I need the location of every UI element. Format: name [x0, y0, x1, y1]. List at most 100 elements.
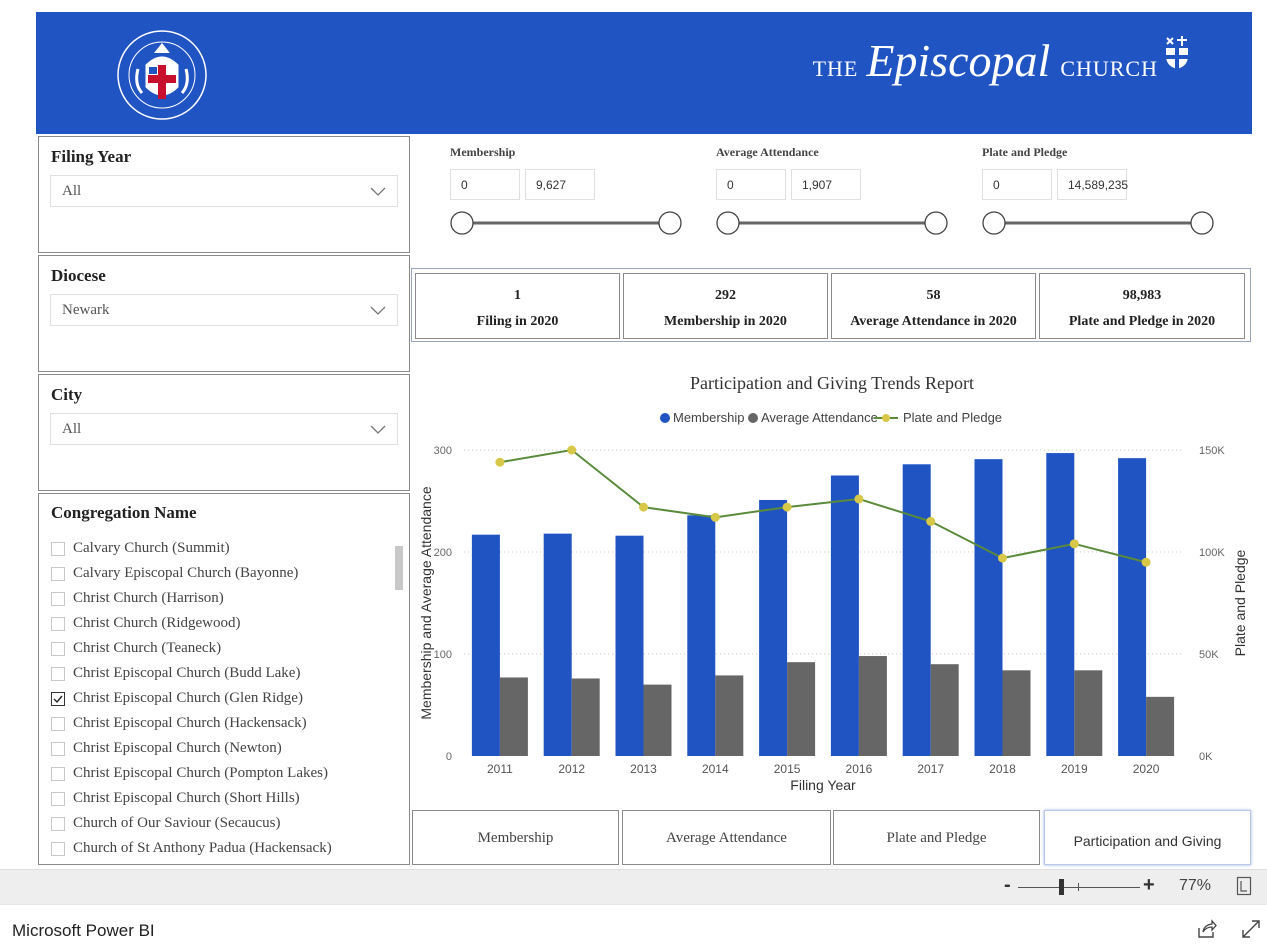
app-title: Microsoft Power BI	[12, 921, 155, 940]
congregation-label: Christ Episcopal Church (Short Hills)	[73, 790, 300, 806]
checkbox[interactable]	[51, 666, 65, 681]
checkbox[interactable]	[51, 766, 65, 781]
kpi-row: 1 Filing in 2020 292 Membership in 2020 …	[411, 268, 1251, 342]
checkbox[interactable]	[51, 741, 65, 756]
legend-label: Membership	[673, 410, 745, 425]
plate-slider-min-handle[interactable]	[982, 211, 1006, 235]
congregation-item[interactable]: Christ Episcopal Church (Newton)	[51, 736, 397, 761]
checkbox[interactable]	[51, 791, 65, 806]
fit-to-page-icon[interactable]	[1236, 876, 1252, 896]
nav-button-plate-and-pledge[interactable]: Plate and Pledge	[833, 810, 1040, 865]
share-icon[interactable]	[1196, 918, 1218, 940]
checkmark-icon	[53, 695, 63, 703]
point-plate-and-pledge	[1141, 557, 1151, 567]
nav-button-average-attendance[interactable]: Average Attendance	[622, 810, 831, 865]
congregation-item[interactable]: Christ Church (Harrison)	[51, 586, 397, 611]
congregation-item[interactable]: Christ Episcopal Church (Glen Ridge)	[51, 686, 397, 711]
legend-marker-attendance	[748, 413, 758, 423]
congregation-item[interactable]: Christ Episcopal Church (Pompton Lakes)	[51, 761, 397, 786]
diocese-slicer: Diocese Newark	[38, 255, 410, 372]
y-tick-label: 200	[434, 547, 452, 559]
bar-membership	[902, 464, 931, 756]
kpi-value: 98,983	[1122, 288, 1162, 303]
attendance-slider[interactable]	[716, 207, 956, 239]
filing-year-dropdown[interactable]: All	[50, 175, 398, 207]
attendance-slider-min-handle[interactable]	[716, 211, 740, 235]
congregation-item[interactable]: Christ Episcopal Church (Hackensack)	[51, 711, 397, 736]
zoom-in-button[interactable]: +	[1143, 874, 1155, 897]
checkbox[interactable]	[51, 841, 65, 856]
checkbox[interactable]	[51, 541, 65, 556]
congregation-item[interactable]: Church of St John the Divine (Hasbrouck …	[51, 861, 397, 866]
status-bar: - + 77%	[0, 869, 1267, 904]
membership-slider-min-handle[interactable]	[450, 211, 474, 235]
checkbox[interactable]	[51, 816, 65, 831]
congregation-item[interactable]: Church of Our Saviour (Secaucus)	[51, 811, 397, 836]
bar-attendance	[787, 662, 816, 756]
nav-button-participation-and-giving[interactable]: Participation and Giving	[1044, 810, 1251, 865]
checkbox[interactable]	[51, 566, 65, 581]
membership-max-input[interactable]: 9,627	[525, 169, 595, 200]
kpi-value: 1	[514, 288, 521, 303]
congregation-label: Church of St John the Divine (Hasbrouck …	[73, 865, 378, 866]
bar-membership	[687, 515, 716, 756]
congregation-item[interactable]: Christ Church (Ridgewood)	[51, 611, 397, 636]
diocese-dropdown[interactable]: Newark	[50, 294, 398, 326]
legend-label: Average Attendance	[761, 410, 878, 425]
congregation-label: Church of St Anthony Padua (Hackensack)	[73, 840, 332, 856]
congregation-label: Christ Episcopal Church (Hackensack)	[73, 715, 307, 731]
congregation-item[interactable]: Christ Episcopal Church (Short Hills)	[51, 786, 397, 811]
zoom-slider-track[interactable]	[1018, 887, 1140, 888]
attendance-max-input[interactable]: 1,907	[791, 169, 861, 200]
congregation-label: Christ Church (Teaneck)	[73, 640, 222, 656]
bar-membership	[830, 475, 859, 756]
x-axis-title: Filing Year	[790, 777, 856, 793]
episcopal-shield-icon	[1166, 35, 1188, 69]
plate-slider[interactable]	[982, 207, 1222, 239]
congregation-item[interactable]: Church of St Anthony Padua (Hackensack)	[51, 836, 397, 861]
plate-min-input[interactable]: 0	[982, 169, 1052, 200]
expand-icon[interactable]	[1240, 918, 1262, 940]
zoom-out-button[interactable]: -	[1004, 874, 1011, 897]
attendance-slider-max-handle[interactable]	[924, 211, 948, 235]
checkbox[interactable]	[51, 616, 65, 631]
congregation-label: Christ Episcopal Church (Glen Ridge)	[73, 690, 303, 706]
checkbox[interactable]	[51, 716, 65, 731]
membership-slider[interactable]	[450, 207, 690, 239]
congregation-item[interactable]: Calvary Church (Summit)	[51, 536, 397, 561]
zoom-slider-thumb[interactable]	[1059, 879, 1064, 895]
plate-max-input[interactable]: 14,589,235	[1057, 169, 1128, 200]
header-banner: THE Episcopal CHURCH	[36, 12, 1252, 134]
membership-slider-max-handle[interactable]	[658, 211, 682, 235]
bar-attendance	[643, 684, 672, 756]
congregation-label: Christ Episcopal Church (Newton)	[73, 740, 282, 756]
congregation-list[interactable]: Calvary Church (Summit) Calvary Episcopal…	[51, 536, 397, 866]
city-dropdown[interactable]: All	[50, 413, 398, 445]
y2-axis-title: Plate and Pledge	[1232, 549, 1248, 656]
congregation-item[interactable]: Christ Church (Teaneck)	[51, 636, 397, 661]
nav-button-membership[interactable]: Membership	[412, 810, 619, 865]
checkbox[interactable]	[51, 591, 65, 606]
point-plate-and-pledge	[495, 457, 505, 467]
point-plate-and-pledge	[567, 445, 577, 455]
congregation-item[interactable]: Calvary Episcopal Church (Bayonne)	[51, 561, 397, 586]
point-plate-and-pledge	[926, 516, 936, 526]
bar-membership	[759, 499, 788, 756]
congregation-scrollbar[interactable]	[395, 546, 403, 590]
plate-slider-max-handle[interactable]	[1190, 211, 1214, 235]
legend-label: Plate and Pledge	[903, 410, 1002, 425]
diocese-title: Diocese	[51, 266, 106, 285]
checkbox-checked[interactable]	[51, 691, 65, 706]
attendance-min-input[interactable]: 0	[716, 169, 786, 200]
congregation-label: Calvary Episcopal Church (Bayonne)	[73, 565, 299, 581]
trends-chart[interactable]: Membership Average Attendance Plate and Pl…	[412, 405, 1267, 800]
bar-membership	[615, 535, 644, 756]
kpi-card-filing: 1 Filing in 2020	[415, 273, 620, 339]
checkbox[interactable]	[51, 641, 65, 656]
congregation-item[interactable]: Christ Episcopal Church (Budd Lake)	[51, 661, 397, 686]
x-tick-label: 2017	[917, 762, 944, 776]
congregation-label: Christ Church (Harrison)	[73, 590, 224, 606]
membership-min-input[interactable]: 0	[450, 169, 520, 200]
bar-attendance	[1146, 696, 1175, 756]
bar-membership	[1118, 458, 1147, 756]
